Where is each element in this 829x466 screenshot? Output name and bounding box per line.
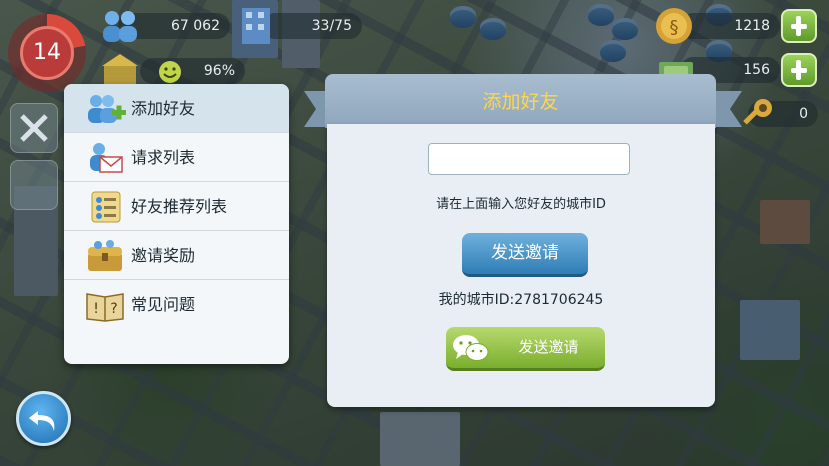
reward-chest-icon	[88, 240, 122, 271]
menu-label: 添加好友	[131, 99, 196, 118]
menu-label: 好友推荐列表	[131, 197, 228, 216]
back-arrow-icon	[29, 411, 55, 431]
send-invite-button[interactable]: 发送邀请	[462, 233, 588, 277]
golden-keys-value: 0	[799, 106, 808, 122]
golden-key-icon	[743, 99, 772, 125]
menu-item-request-list[interactable]: 请求列表	[64, 133, 289, 182]
building-icon	[242, 8, 270, 44]
buy-simcash-button[interactable]	[781, 53, 817, 87]
wechat-icon	[453, 335, 489, 361]
add-friend-dialog: 请在上面输入您好友的城市ID 发送邀请 我的城市ID:2781706245 发送…	[327, 124, 715, 407]
my-city-id: 我的城市ID:2781706245	[438, 292, 604, 308]
population-value: 67 062	[171, 18, 220, 34]
svg-text:?: ?	[110, 301, 117, 317]
simoleons-counter: 1218	[680, 13, 780, 39]
happiness-face-icon	[159, 61, 181, 83]
menu-item-add-friend[interactable]: 添加好友	[64, 84, 289, 133]
menu-item-invite-rewards[interactable]: 邀请奖励	[64, 231, 289, 280]
simcash-value: 156	[743, 62, 770, 78]
population-icon	[103, 11, 137, 42]
friend-city-id-input[interactable]	[428, 143, 630, 175]
wechat-button-label: 发送邀请	[518, 338, 579, 356]
friends-tile[interactable]	[10, 160, 58, 210]
wechat-invite-button[interactable]: 发送邀请	[446, 327, 605, 371]
dialog-title: 添加好友	[482, 91, 559, 113]
level-badge: 14	[20, 26, 74, 80]
happiness-value: 96%	[203, 63, 235, 79]
simoleon-coin-icon: §	[656, 8, 692, 44]
back-button[interactable]	[16, 391, 71, 446]
menu-label: 常见问题	[131, 295, 196, 314]
input-hint: 请在上面输入您好友的城市ID	[436, 197, 606, 212]
menu-label: 请求列表	[131, 148, 196, 167]
buy-simoleons-button[interactable]	[781, 9, 817, 43]
simoleons-value: 1218	[734, 18, 770, 34]
menu-item-recommended-friends[interactable]: 好友推荐列表	[64, 182, 289, 231]
menu-item-faq[interactable]: ! ? 常见问题	[64, 280, 289, 329]
level-ring[interactable]: 14	[8, 14, 86, 92]
faq-book-icon: ! ?	[86, 293, 124, 322]
recommended-friends-icon	[91, 191, 121, 223]
svg-text:§: §	[670, 17, 679, 38]
menu-label: 邀请奖励	[131, 246, 196, 265]
svg-text:!: !	[93, 301, 99, 317]
capacity-counter: 33/75	[262, 13, 362, 39]
add-friend-icon	[88, 95, 126, 123]
dialog-header: 添加好友	[325, 74, 716, 128]
tools-icon	[20, 114, 48, 142]
capacity-value: 33/75	[311, 18, 352, 34]
happiness-counter: 96%	[140, 58, 245, 84]
city-hall-icon	[102, 54, 138, 84]
friends-menu: 添加好友 请求列表 好友推荐列表 邀请奖励 ! ? 常见问题	[64, 84, 289, 364]
request-mail-icon	[90, 143, 123, 173]
